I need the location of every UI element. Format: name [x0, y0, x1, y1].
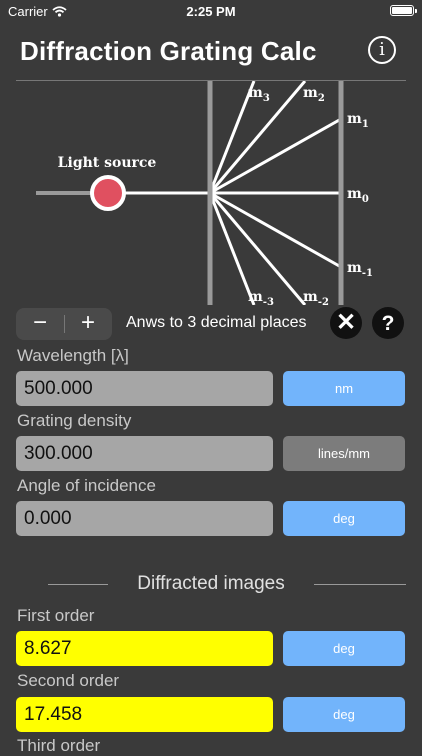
clock: 2:25 PM — [186, 4, 236, 19]
order-label-0: m0 — [347, 186, 369, 205]
order-label--2: m-2 — [303, 289, 329, 305]
order-label-1: m1 — [347, 111, 369, 130]
decimal-places-text: Anws to 3 decimal places — [126, 314, 307, 331]
incidence-label: Angle of incidence — [17, 476, 156, 495]
order-label-3: m3 — [248, 85, 270, 104]
page-title: Diffraction Grating Calc — [20, 36, 317, 66]
second-order-label: Second order — [17, 671, 120, 690]
results-heading: Diffracted images — [0, 572, 422, 596]
decimal-stepper: − + — [16, 308, 112, 340]
order-label--3: m-3 — [248, 289, 274, 305]
second-order-value: 17.458 — [16, 697, 273, 732]
wavelength-unit-button[interactable]: nm — [283, 371, 405, 406]
battery-icon — [390, 5, 417, 16]
grating-diagram: Light source m3 m2 m1 m0 m-1 m-2 m-3 — [36, 81, 373, 305]
help-button[interactable]: ? — [372, 307, 404, 339]
density-field[interactable]: 300.000 — [16, 436, 273, 471]
second-order-unit-button[interactable]: deg — [283, 697, 405, 732]
order-label-2: m2 — [303, 85, 325, 104]
wavelength-label: Wavelength [λ] — [17, 346, 129, 365]
ray-order-1 — [209, 117, 342, 195]
first-order-label: First order — [17, 606, 95, 625]
density-unit-button[interactable]: lines/mm — [283, 436, 405, 471]
ray-order--1 — [209, 191, 342, 269]
decrease-decimals-button[interactable]: − — [16, 308, 64, 340]
info-button[interactable]: i — [368, 36, 396, 64]
order-label--1: m-1 — [347, 260, 373, 279]
clear-button[interactable]: ✕ — [330, 307, 362, 339]
incidence-unit-button[interactable]: deg — [283, 501, 405, 536]
density-label: Grating density — [17, 411, 132, 430]
status-bar: Carrier 2:25 PM — [0, 0, 422, 26]
heading-rule-right — [314, 584, 406, 585]
order-labels: m3 m2 m1 m0 m-1 m-2 m-3 — [248, 85, 373, 305]
first-order-value: 8.627 — [16, 631, 273, 666]
wavelength-field[interactable]: 500.000 — [16, 371, 273, 406]
diffracted-rays — [208, 81, 342, 305]
light-source-icon — [90, 175, 126, 211]
increase-decimals-button[interactable]: + — [64, 308, 112, 340]
light-source-label: Light source — [58, 155, 157, 171]
third-order-label: Third order — [17, 736, 101, 755]
incidence-field[interactable]: 0.000 — [16, 501, 273, 536]
first-order-unit-button[interactable]: deg — [283, 631, 405, 666]
